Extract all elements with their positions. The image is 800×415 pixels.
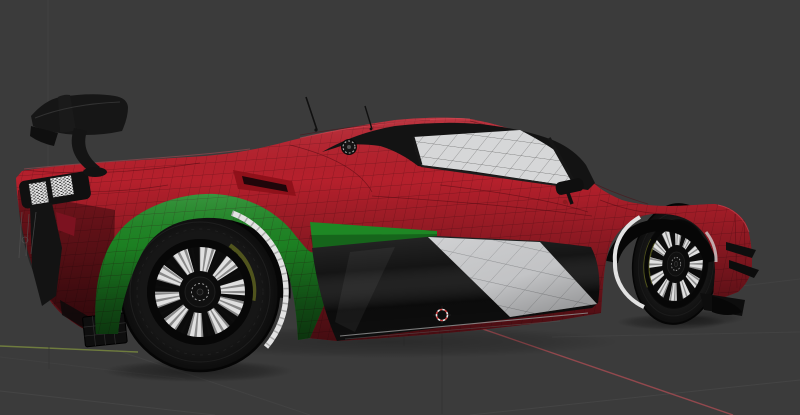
front-hub-cap bbox=[674, 261, 678, 266]
taillight-left-mesh bbox=[29, 181, 49, 204]
taillight-right-mesh bbox=[50, 175, 74, 197]
mirror-mount-dot bbox=[563, 200, 567, 204]
wing-pylon-foot bbox=[83, 167, 107, 177]
viewport-3d[interactable] bbox=[0, 0, 800, 415]
rear-hub-cap bbox=[197, 289, 203, 295]
viewport-canvas[interactable] bbox=[0, 0, 800, 415]
fuel-filler-cap bbox=[342, 140, 357, 155]
